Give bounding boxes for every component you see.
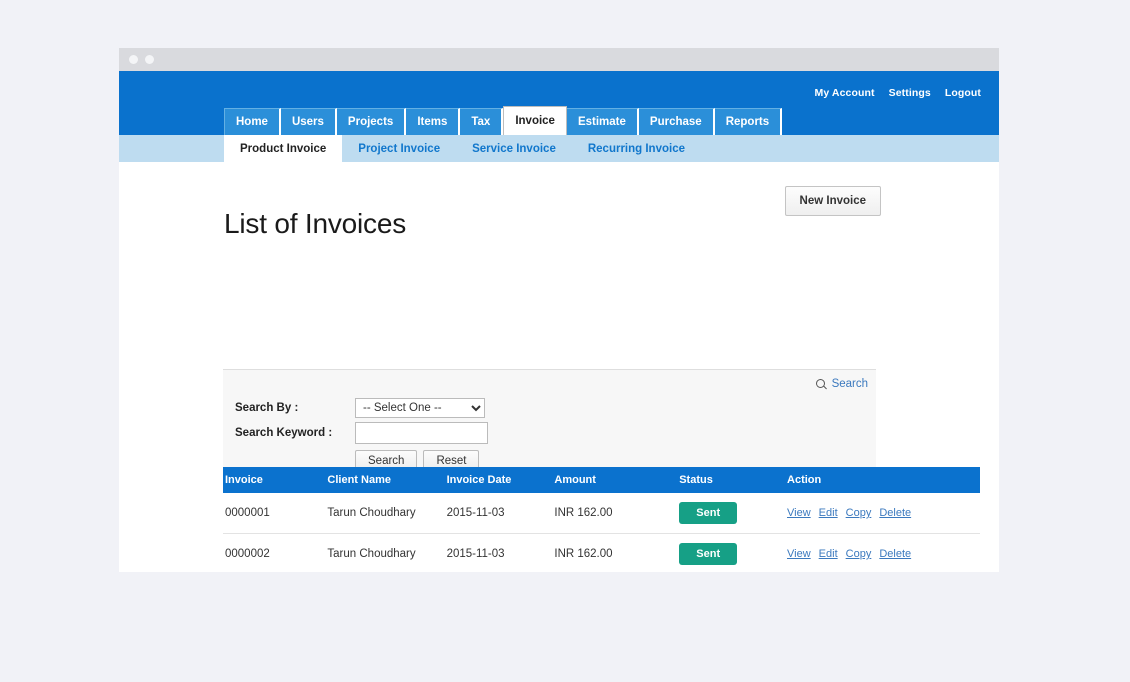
main-nav: Home Users Projects Items Tax Invoice Es…	[224, 106, 782, 135]
nav-tab-tax[interactable]: Tax	[460, 108, 503, 135]
action-delete-link[interactable]: Delete	[879, 548, 911, 560]
subnav-item-product-invoice[interactable]: Product Invoice	[224, 135, 342, 162]
settings-link[interactable]: Settings	[889, 87, 931, 99]
cell-amount: INR 162.00	[554, 534, 679, 573]
cell-action: View Edit Copy Delete	[787, 534, 980, 573]
column-header-amount: Amount	[554, 467, 679, 493]
column-header-invoice-date: Invoice Date	[447, 467, 555, 493]
search-keyword-input[interactable]	[355, 422, 488, 444]
search-form: Search By : -- Select One -- Search Keyw…	[223, 380, 876, 472]
account-links: My Account Settings Logout	[814, 87, 981, 99]
cell-action: View Edit Copy Delete	[787, 493, 980, 534]
action-links: View Edit Copy Delete	[787, 548, 980, 560]
cell-amount: INR 162.00	[554, 493, 679, 534]
nav-tab-purchase[interactable]: Purchase	[639, 108, 715, 135]
action-copy-link[interactable]: Copy	[846, 507, 872, 519]
logout-link[interactable]: Logout	[945, 87, 981, 99]
subnav-item-project-invoice[interactable]: Project Invoice	[342, 135, 456, 162]
browser-chrome-bar	[119, 48, 999, 71]
nav-tab-home[interactable]: Home	[224, 108, 281, 135]
search-keyword-label: Search Keyword :	[235, 427, 355, 439]
table-header-row: Invoice Client Name Invoice Date Amount …	[223, 467, 980, 493]
window-dot-2[interactable]	[145, 55, 154, 64]
new-invoice-button[interactable]: New Invoice	[785, 186, 881, 216]
action-delete-link[interactable]: Delete	[879, 507, 911, 519]
column-header-status: Status	[679, 467, 787, 493]
subnav-item-service-invoice[interactable]: Service Invoice	[456, 135, 572, 162]
search-by-row: Search By : -- Select One --	[235, 398, 876, 418]
my-account-link[interactable]: My Account	[814, 87, 874, 99]
invoice-table-head: Invoice Client Name Invoice Date Amount …	[223, 467, 980, 493]
nav-tab-reports[interactable]: Reports	[715, 108, 782, 135]
browser-window: My Account Settings Logout Home Users Pr…	[119, 48, 999, 572]
search-toggle-label: Search	[832, 378, 868, 390]
cell-invoice-date: 2015-11-03	[447, 534, 555, 573]
column-header-invoice: Invoice	[223, 467, 327, 493]
top-banner: My Account Settings Logout Home Users Pr…	[119, 71, 999, 135]
subnav-item-recurring-invoice[interactable]: Recurring Invoice	[572, 135, 701, 162]
page-body: New Invoice List of Invoices Search Sear…	[119, 162, 999, 572]
action-edit-link[interactable]: Edit	[819, 507, 838, 519]
action-links: View Edit Copy Delete	[787, 507, 980, 519]
nav-tab-projects[interactable]: Projects	[337, 108, 406, 135]
status-badge: Sent	[679, 502, 737, 524]
action-view-link[interactable]: View	[787, 507, 811, 519]
nav-tab-invoice[interactable]: Invoice	[503, 106, 567, 135]
page-title: List of Invoices	[224, 208, 406, 240]
nav-tab-estimate[interactable]: Estimate	[567, 108, 639, 135]
table-row: 0000002Tarun Choudhary2015-11-03INR 162.…	[223, 534, 980, 573]
invoice-table-body: 0000001Tarun Choudhary2015-11-03INR 162.…	[223, 493, 980, 572]
cell-status: Sent	[679, 493, 787, 534]
column-header-action: Action	[787, 467, 980, 493]
cell-invoice-number: 0000001	[223, 493, 327, 534]
cell-invoice-number: 0000002	[223, 534, 327, 573]
cell-status: Sent	[679, 534, 787, 573]
nav-tab-items[interactable]: Items	[406, 108, 460, 135]
search-keyword-row: Search Keyword :	[235, 422, 876, 444]
window-dot-1[interactable]	[129, 55, 138, 64]
nav-tab-users[interactable]: Users	[281, 108, 337, 135]
action-edit-link[interactable]: Edit	[819, 548, 838, 560]
search-icon	[816, 379, 827, 390]
column-header-client-name: Client Name	[327, 467, 446, 493]
sub-nav: Product Invoice Project Invoice Service …	[119, 135, 999, 162]
table-row: 0000001Tarun Choudhary2015-11-03INR 162.…	[223, 493, 980, 534]
search-toggle-link[interactable]: Search	[816, 378, 868, 390]
search-by-select[interactable]: -- Select One --	[355, 398, 485, 418]
action-copy-link[interactable]: Copy	[846, 548, 872, 560]
action-view-link[interactable]: View	[787, 548, 811, 560]
invoice-table: Invoice Client Name Invoice Date Amount …	[223, 467, 980, 572]
cell-invoice-date: 2015-11-03	[447, 493, 555, 534]
cell-client-name: Tarun Choudhary	[327, 534, 446, 573]
search-by-label: Search By :	[235, 402, 355, 414]
cell-client-name: Tarun Choudhary	[327, 493, 446, 534]
status-badge: Sent	[679, 543, 737, 565]
